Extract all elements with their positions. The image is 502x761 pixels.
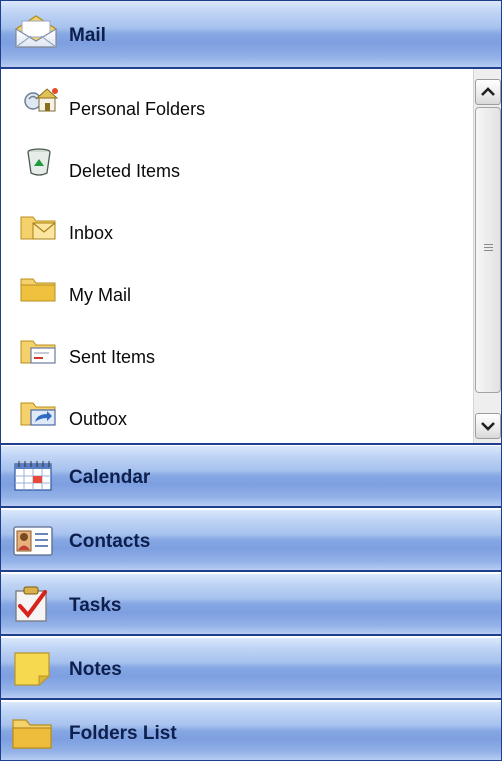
folders-list-button[interactable]: Folders List xyxy=(1,701,501,760)
personal-folders-icon xyxy=(19,85,63,123)
folder-outbox[interactable]: Outbox xyxy=(1,387,471,435)
sent-items-folder-icon xyxy=(19,333,63,371)
folder-label: Deleted Items xyxy=(69,161,181,181)
contacts-card-icon xyxy=(11,522,57,560)
folder-inbox[interactable]: Inbox xyxy=(1,201,471,249)
folder-label: My Mail xyxy=(69,285,131,305)
mail-header[interactable]: Mail xyxy=(1,1,501,69)
scroll-down-button[interactable] xyxy=(475,413,501,439)
grip-icon xyxy=(484,244,493,253)
navigation-pane: Mail Personal Folders Deleted Items Inbo… xyxy=(0,0,502,761)
contacts-button[interactable]: Contacts xyxy=(1,509,501,572)
outbox-folder-icon xyxy=(19,395,63,433)
folder-label: Sent Items xyxy=(69,347,156,367)
folders-list-label: Folders List xyxy=(69,723,177,744)
folder-icon xyxy=(19,271,63,309)
scroll-up-button[interactable] xyxy=(475,79,501,105)
mail-envelope-icon xyxy=(13,13,59,51)
calendar-label: Calendar xyxy=(69,467,151,488)
folder-label: Inbox xyxy=(69,223,114,243)
folder-label: Outbox xyxy=(69,409,128,429)
chevron-up-icon xyxy=(481,87,495,96)
contacts-label: Contacts xyxy=(69,531,151,552)
tasks-checkmark-icon xyxy=(11,586,57,624)
calendar-button[interactable]: Calendar xyxy=(1,445,501,508)
tasks-label: Tasks xyxy=(69,595,122,616)
vertical-scrollbar[interactable] xyxy=(473,69,501,443)
folder-personal-folders[interactable]: Personal Folders xyxy=(1,77,471,125)
inbox-folder-icon xyxy=(19,209,63,247)
folder-sent-items[interactable]: Sent Items xyxy=(1,325,471,373)
scroll-thumb[interactable] xyxy=(475,107,501,393)
tasks-button[interactable]: Tasks xyxy=(1,573,501,636)
mail-folder-pane: Personal Folders Deleted Items Inbox My … xyxy=(1,69,501,445)
recycle-bin-icon xyxy=(19,147,63,185)
notes-label: Notes xyxy=(69,659,122,680)
chevron-down-icon xyxy=(481,422,495,431)
notes-button[interactable]: Notes xyxy=(1,637,501,700)
folder-my-mail[interactable]: My Mail xyxy=(1,263,471,311)
mail-title: Mail xyxy=(69,25,106,46)
folder-label: Personal Folders xyxy=(69,99,206,119)
folder-icon xyxy=(11,714,57,752)
sticky-note-icon xyxy=(11,650,57,688)
folder-deleted-items[interactable]: Deleted Items xyxy=(1,139,471,187)
calendar-icon xyxy=(11,458,57,496)
